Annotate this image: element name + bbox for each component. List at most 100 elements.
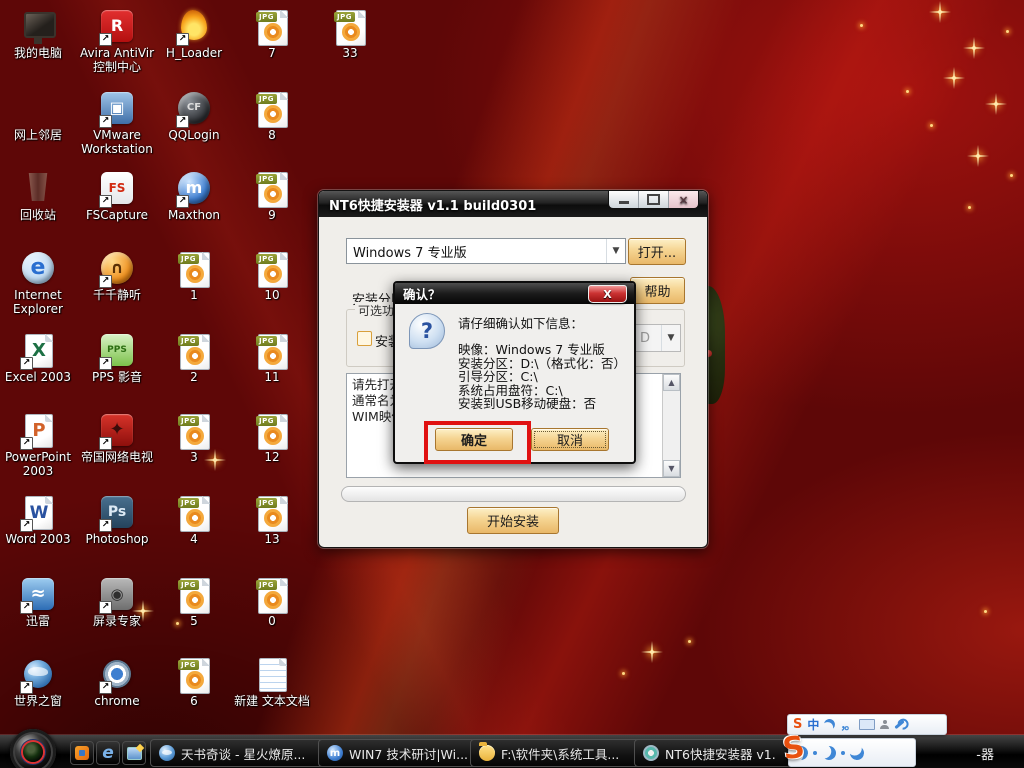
- desktop-icon-label: 7: [234, 47, 310, 61]
- desktop-icon-jpg-11[interactable]: JPG11: [234, 332, 310, 385]
- screen-recorder-icon: ◉↗: [99, 576, 135, 612]
- desktop-icon-network-places[interactable]: 网上邻居: [0, 90, 76, 143]
- help-button[interactable]: 帮助: [630, 277, 685, 304]
- desktop-icon-thunder[interactable]: ≈↗迅雷: [0, 576, 76, 629]
- desktop-icon-internet-explorer[interactable]: eInternet Explorer: [0, 250, 76, 317]
- shortcut-arrow-icon: ↗: [176, 195, 189, 208]
- taskbar-button-globe[interactable]: 天书奇谈 - 星火燎原...: [150, 739, 328, 767]
- desktop-icon-jpg-12[interactable]: JPG12: [234, 412, 310, 465]
- jpg-0-icon: JPG: [254, 576, 290, 612]
- desktop-icon-label: PowerPoint 2003: [0, 451, 76, 479]
- chevron-down-icon[interactable]: ▼: [606, 239, 625, 263]
- desktop-icon-new-text-doc[interactable]: 新建 文本文档: [234, 656, 310, 709]
- start-install-label: 开始安装: [487, 511, 539, 530]
- confirm-detail-line: 系统占用盘符：C:\: [458, 384, 626, 398]
- desktop-icon-label: 我的电脑: [0, 47, 76, 61]
- desktop-icon-jpg-9[interactable]: JPG9: [234, 170, 310, 223]
- cancel-button-label: 取消: [557, 430, 583, 449]
- desktop-icon-jpg-7[interactable]: JPG7: [234, 8, 310, 61]
- desktop-icon-jpg-5[interactable]: JPG5: [156, 576, 232, 629]
- sparkle: [1006, 30, 1009, 33]
- desktop-icon-jpg-6[interactable]: JPG6: [156, 656, 232, 709]
- account-icon[interactable]: [880, 720, 889, 729]
- network-places-icon: [20, 90, 56, 126]
- jpg-9-icon: JPG: [254, 170, 290, 206]
- start-button[interactable]: [10, 729, 56, 768]
- desktop-icon-jpg-10[interactable]: JPG10: [234, 250, 310, 303]
- fullwidth-moon-icon[interactable]: [823, 717, 838, 732]
- soft-keyboard-icon[interactable]: [859, 719, 875, 730]
- open-button[interactable]: 打开...: [628, 238, 686, 265]
- desktop-icon-excel-2003[interactable]: X↗Excel 2003: [0, 332, 76, 385]
- desktop-icon-label: FSCapture: [79, 209, 155, 223]
- scroll-up-button[interactable]: ▲: [663, 374, 680, 391]
- taskbar-button-folder[interactable]: F:\软件夹\系统工具...: [470, 739, 646, 767]
- sparkle: [994, 102, 998, 106]
- confirm-titlebar[interactable]: 确认？ X: [395, 283, 634, 304]
- desktop-icon-pps[interactable]: PPS↗PPS 影音: [79, 332, 155, 385]
- desktop-icon-h-loader[interactable]: ↗H_Loader: [156, 8, 232, 61]
- minimize-button[interactable]: [609, 191, 639, 208]
- taskbar-button-disc[interactable]: NT6快捷安装器 v1.: [634, 739, 792, 767]
- taskbar-button-maxthon[interactable]: mWIN7 技术研讨|Wi...: [318, 739, 482, 767]
- image-combobox[interactable]: Windows 7 专业版 ▼: [346, 238, 626, 264]
- desktop-icon-photoshop[interactable]: Ps↗Photoshop: [79, 494, 155, 547]
- shortcut-arrow-icon: ↗: [99, 115, 112, 128]
- desktop-icon-jpg-4[interactable]: JPG4: [156, 494, 232, 547]
- desktop-icon-ttplayer[interactable]: ∩↗千千静听: [79, 250, 155, 303]
- ime-glyph-icon: [849, 744, 865, 760]
- ime-toolbar[interactable]: S 中 ，。: [787, 714, 947, 735]
- desktop-icon-world-window[interactable]: ↗世界之窗: [0, 656, 76, 709]
- jpg-13-icon: JPG: [254, 494, 290, 530]
- settings-wrench-icon[interactable]: [895, 720, 905, 729]
- desktop-icon-jpg-1[interactable]: JPG1: [156, 250, 232, 303]
- installer-titlebar[interactable]: NT6快捷安装器 v1.1 build0301 ×: [319, 191, 707, 217]
- desktop: 我的电脑R↗Avira AntiVir 控制中心↗H_LoaderJPG7JPG…: [0, 0, 1024, 768]
- maximize-button[interactable]: [639, 191, 669, 208]
- desktop-icon-jpg-3[interactable]: JPG3: [156, 412, 232, 465]
- desktop-icon-my-computer[interactable]: 我的电脑: [0, 8, 76, 61]
- cancel-button[interactable]: 取消: [531, 428, 609, 451]
- desktop-icon-jpg-8[interactable]: JPG8: [234, 90, 310, 143]
- quick-launch-show-desktop-icon[interactable]: [122, 741, 146, 765]
- shortcut-arrow-icon: ↗: [99, 275, 112, 288]
- ime-dot-icon: [841, 751, 845, 755]
- my-computer-icon: [20, 8, 56, 44]
- start-install-button[interactable]: 开始安装: [467, 507, 559, 534]
- desktop-icon-chrome[interactable]: ↗chrome: [79, 656, 155, 709]
- desktop-icon-word-2003[interactable]: W↗Word 2003: [0, 494, 76, 547]
- install-checkbox[interactable]: [357, 331, 372, 346]
- punctuation-icon[interactable]: ，。: [840, 716, 854, 733]
- quick-launch-ie-icon[interactable]: e: [96, 741, 120, 765]
- desktop-icon-label: PPS 影音: [79, 371, 155, 385]
- jpg-10-icon: JPG: [254, 250, 290, 286]
- dialog-close-button[interactable]: X: [588, 285, 627, 303]
- desktop-icon-jpg-33[interactable]: JPG33: [312, 8, 388, 61]
- desktop-icon-vmware-workstation[interactable]: ▣↗VMware Workstation: [79, 90, 155, 157]
- confirm-message-title: 请仔细确认如下信息：: [458, 313, 583, 332]
- scroll-down-button[interactable]: ▼: [663, 460, 680, 477]
- desktop-icon-empire-tv[interactable]: ✦↗帝国网络电视: [79, 412, 155, 465]
- drive-combobox[interactable]: D ▼: [633, 324, 681, 352]
- quick-launch-media-icon[interactable]: [70, 741, 94, 765]
- sparkle: [930, 124, 933, 127]
- sparkle: [976, 154, 980, 158]
- desktop-icon-qqlogin[interactable]: CF↗QQLogin: [156, 90, 232, 143]
- desktop-icon-jpg-0[interactable]: JPG0: [234, 576, 310, 629]
- desktop-icon-jpg-13[interactable]: JPG 13: [234, 494, 310, 547]
- desktop-icon-label: 13: [234, 533, 310, 547]
- chinese-mode-icon[interactable]: 中: [807, 716, 819, 733]
- desktop-icon-screen-recorder[interactable]: ◉↗屏录专家: [79, 576, 155, 629]
- log-scrollbar[interactable]: ▲ ▼: [662, 374, 680, 477]
- desktop-icon-powerpoint-2003[interactable]: P↗PowerPoint 2003: [0, 412, 76, 479]
- desktop-icon-recycle-bin[interactable]: 回收站: [0, 170, 76, 223]
- sogou-logo-large-icon: S: [781, 730, 807, 768]
- desktop-icon-maxthon[interactable]: m↗Maxthon: [156, 170, 232, 223]
- excel-2003-icon: X↗: [20, 332, 56, 368]
- install-progressbar: [341, 486, 686, 502]
- annotation-highlight-box: [424, 421, 531, 464]
- desktop-icon-fscapture[interactable]: FS↗FSCapture: [79, 170, 155, 223]
- desktop-icon-avira-antivir[interactable]: R↗Avira AntiVir 控制中心: [79, 8, 155, 75]
- desktop-icon-jpg-2[interactable]: JPG2: [156, 332, 232, 385]
- close-button[interactable]: ×: [669, 191, 698, 208]
